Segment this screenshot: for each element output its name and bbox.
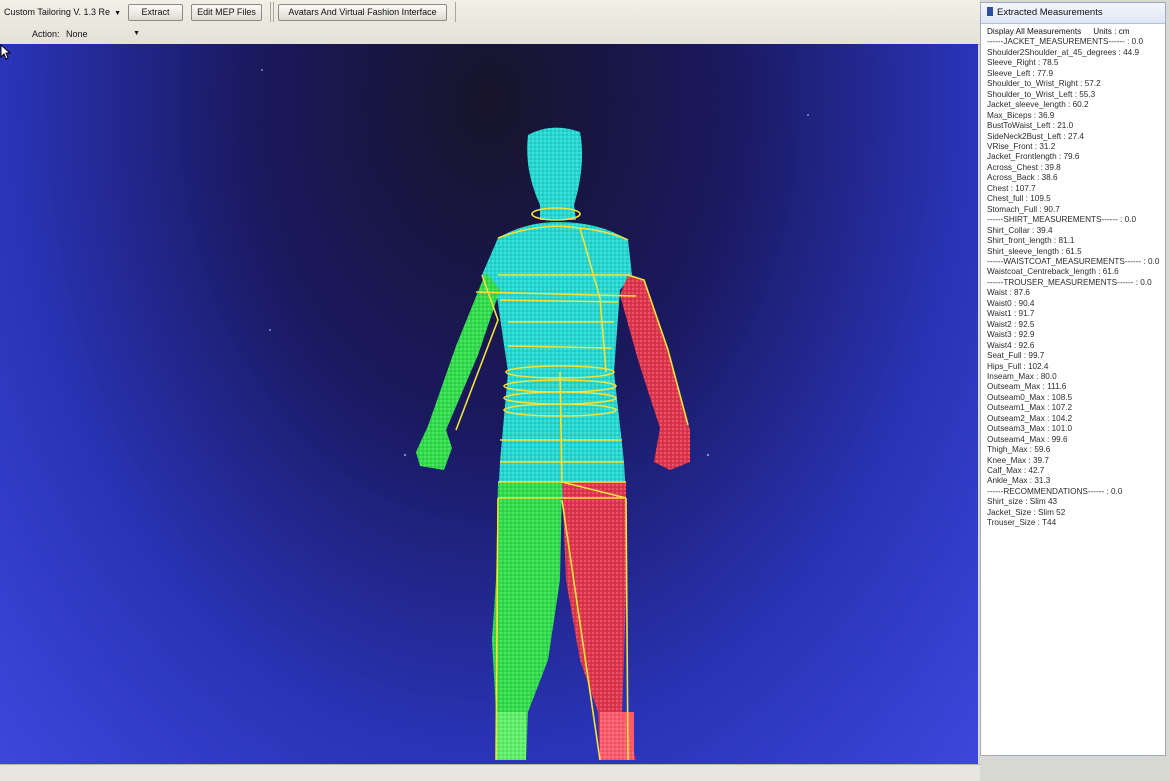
panel-header-row: Display All Measurements Units : cm bbox=[987, 27, 1163, 37]
measurement-line: Outseam2_Max : 104.2 bbox=[987, 413, 1073, 423]
measurement-line: Outseam4_Max : 99.6 bbox=[987, 434, 1068, 444]
edit-mep-files-button[interactable]: Edit MEP Files bbox=[191, 4, 262, 21]
measurement-line: Jacket_sleeve_length : 60.2 bbox=[987, 100, 1089, 110]
measurements-list: Display All Measurements Units : cm -----… bbox=[987, 27, 1163, 529]
measurement-line: Shoulder2Shoulder_at_45_degrees : 44.9 bbox=[987, 47, 1140, 57]
measurement-line: Across_Back : 38.6 bbox=[987, 173, 1058, 183]
measurement-line: Outseam0_Max : 108.5 bbox=[987, 392, 1073, 402]
measurement-line: SideNeck2Bust_Left : 27.4 bbox=[987, 131, 1084, 141]
status-strip bbox=[0, 764, 980, 781]
toolbar-separator bbox=[273, 2, 274, 22]
measurement-line: ------RECOMMENDATIONS------ : 0.0 bbox=[987, 486, 1123, 496]
measurement-line: Seat_Full : 99.7 bbox=[987, 351, 1045, 361]
mouse-cursor-icon bbox=[0, 44, 12, 60]
measurement-line: Max_Biceps : 36.9 bbox=[987, 110, 1055, 120]
toolbar-separator bbox=[455, 2, 456, 22]
measurement-line: Jacket_Frontlength : 79.6 bbox=[987, 152, 1080, 162]
extract-button[interactable]: Extract bbox=[128, 4, 183, 21]
measurement-line: Waist1 : 91.7 bbox=[987, 309, 1035, 319]
measurement-line: Outseam3_Max : 101.0 bbox=[987, 424, 1073, 434]
measurement-line: Hips_Full : 102.4 bbox=[987, 361, 1049, 371]
toolbar-separator bbox=[270, 2, 271, 22]
measurement-line: Chest : 107.7 bbox=[987, 183, 1036, 193]
action-select[interactable]: None ▼ bbox=[62, 25, 140, 43]
measurement-line: Shoulder_to_Wrist_Right : 57.2 bbox=[987, 79, 1101, 89]
measurement-line: Calf_Max : 42.7 bbox=[987, 466, 1045, 476]
avatars-interface-button[interactable]: Avatars And Virtual Fashion Interface bbox=[278, 4, 447, 21]
toolbar: Custom Tailoring V. 1.3 Re ▼ Extract Edit… bbox=[0, 0, 980, 45]
measurement-line: Trouser_Size : T44 bbox=[987, 518, 1057, 528]
measurement-line: Shirt_Collar : 39.4 bbox=[987, 225, 1053, 235]
measurement-line: ------TROUSER_MEASUREMENTS------ : 0.0 bbox=[987, 277, 1152, 287]
measurement-line: Chest_full : 109.5 bbox=[987, 194, 1051, 204]
measurement-line: ------WAISTCOAT_MEASUREMENTS------ : 0.0 bbox=[987, 256, 1160, 266]
measurement-line: Across_Chest : 39.8 bbox=[987, 162, 1061, 172]
extracted-measurements-panel: Extracted Measurements Display All Measu… bbox=[980, 2, 1166, 756]
measurement-line: Sleeve_Right : 78.5 bbox=[987, 58, 1059, 68]
measurement-line: Waistcoat_Centreback_length : 61.6 bbox=[987, 267, 1119, 277]
3d-scan-viewport[interactable] bbox=[0, 44, 978, 764]
measurement-line: Ankle_Max : 31.3 bbox=[987, 476, 1051, 486]
measurement-line: Waist4 : 92.6 bbox=[987, 340, 1035, 350]
window-icon bbox=[987, 7, 993, 16]
action-label: Action: bbox=[32, 29, 60, 39]
measurement-line: Waist3 : 92.9 bbox=[987, 330, 1035, 340]
measurement-line: Stomach_Full : 90.7 bbox=[987, 204, 1060, 214]
measurement-line: ------JACKET_MEASUREMENTS------ : 0.0 bbox=[987, 37, 1144, 47]
measurement-line: ------SHIRT_MEASUREMENTS------ : 0.0 bbox=[987, 215, 1137, 225]
measurement-line: Waist2 : 92.5 bbox=[987, 319, 1035, 329]
chevron-down-icon: ▼ bbox=[133, 30, 140, 37]
measurement-line: Waist : 87.6 bbox=[987, 288, 1030, 298]
measurement-line: Sleeve_Left : 77.9 bbox=[987, 68, 1054, 78]
measurement-line: Inseam_Max : 80.0 bbox=[987, 371, 1057, 381]
display-all-label[interactable]: Display All Measurements bbox=[987, 27, 1081, 36]
measurement-line: Waist0 : 90.4 bbox=[987, 298, 1035, 308]
measurement-line: Shirt_front_length : 81.1 bbox=[987, 236, 1075, 246]
version-select[interactable]: Custom Tailoring V. 1.3 Re ▼ bbox=[0, 3, 125, 23]
measurement-line: Jacket_Size : Slim 52 bbox=[987, 507, 1066, 517]
measurement-line: Knee_Max : 39.7 bbox=[987, 455, 1049, 465]
measurement-line: Shirt_sleeve_length : 61.5 bbox=[987, 246, 1082, 256]
version-select-value: Custom Tailoring V. 1.3 Re bbox=[4, 7, 111, 17]
measurement-line: Outseam_Max : 111.6 bbox=[987, 382, 1067, 392]
measurement-line: Shirt_size : Slim 43 bbox=[987, 497, 1058, 507]
measurement-line: Outseam1_Max : 107.2 bbox=[987, 403, 1073, 413]
panel-title: Extracted Measurements bbox=[997, 7, 1103, 18]
measurement-line: VRise_Front : 31.2 bbox=[987, 141, 1056, 151]
action-select-value: None bbox=[66, 29, 88, 39]
body-point-cloud bbox=[261, 69, 809, 761]
chevron-down-icon: ▼ bbox=[114, 10, 121, 17]
units-label: Units : cm bbox=[1093, 27, 1130, 36]
measurement-line: Thigh_Max : 59.6 bbox=[987, 445, 1051, 455]
measurement-line: Shoulder_to_Wrist_Left : 55.3 bbox=[987, 89, 1096, 99]
measurement-line: BustToWaist_Left : 21.0 bbox=[987, 121, 1074, 131]
measurement-lines-list: ------JACKET_MEASUREMENTS------ : 0.0 Sho… bbox=[987, 37, 1163, 528]
panel-title-bar[interactable]: Extracted Measurements bbox=[981, 3, 1165, 24]
